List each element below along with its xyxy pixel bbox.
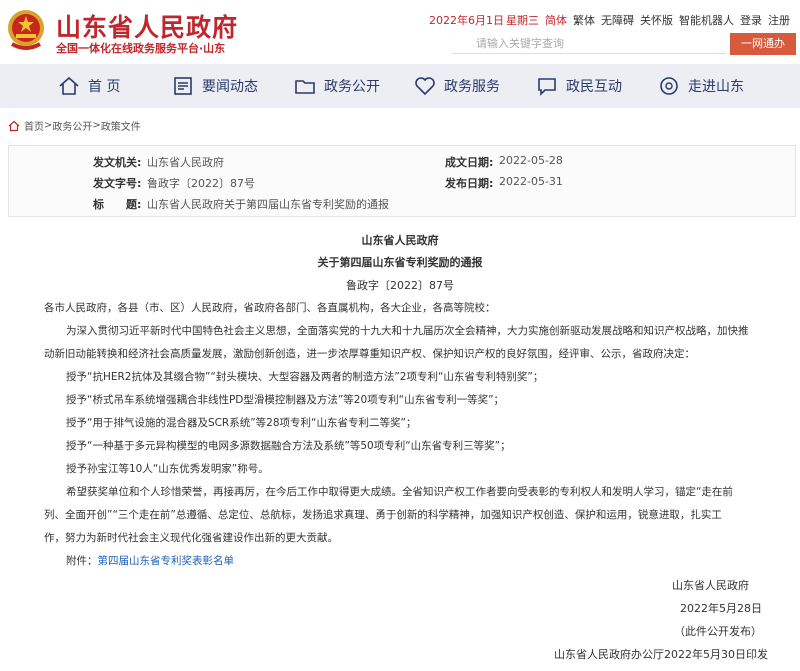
search-button[interactable]: 一网通办 xyxy=(730,33,796,55)
breadcrumb: 首页 > 政务公开 > 政策文件 xyxy=(8,118,141,133)
nav-home[interactable]: 首 页 xyxy=(58,64,120,108)
doc-para2-line2: 列、全面开创”“三个走在前”总遵循、总定位、总航标，发扬追求真理、勇于创新的科学… xyxy=(44,509,722,521)
nav-label: 要闻动态 xyxy=(202,79,258,95)
doc-salutation: 各市人民政府，各县（市、区）人民政府，省政府各部门、各直属机构，各大企业，各高等… xyxy=(44,302,496,314)
doc-para1-line1: 为深入贯彻习近平新时代中国特色社会主义思想，全面落实党的十九大和十九届历次全会精… xyxy=(66,325,749,337)
doc-para2-line1: 希望获奖单位和个人珍惜荣誉，再接再厉，在今后工作中取得更大成绩。全省知识产权工作… xyxy=(66,486,733,498)
nav-label: 政务公开 xyxy=(324,79,380,95)
doc-org: 山东省人民政府 xyxy=(361,234,439,247)
link-care-mode[interactable]: 关怀版 xyxy=(640,12,673,28)
nav-about-shandong[interactable]: 走进山东 xyxy=(658,64,744,108)
link-simplified[interactable]: 简体 xyxy=(545,12,567,28)
top-links: 2022年6月1日 星期三 简体 繁体 无障碍 关怀版 智能机器人 登录 注册 xyxy=(429,12,790,28)
breadcrumb-separator: > xyxy=(92,120,101,131)
meta-issuer: 发文机关: 山东省人民政府 xyxy=(93,156,224,169)
home-icon xyxy=(8,120,20,131)
meta-date: 成文日期: 2022-05-28 xyxy=(445,154,563,169)
folder-icon xyxy=(295,80,315,94)
attachment-label: 附件： xyxy=(66,555,98,567)
doc-award-first: 授予“桥式吊车系统增强耦合非线性PD型滑模控制器及方法”等20项专利“山东省专利… xyxy=(66,394,505,406)
breadcrumb-gov-open[interactable]: 政务公开 xyxy=(52,118,92,133)
current-date: 2022年6月1日 星期三 xyxy=(429,14,539,27)
doc-award-special: 授予“抗HER2抗体及其缀合物”“封头模块、大型容器及两者的制造方法”2项专利“… xyxy=(66,371,544,383)
doc-para1-line2: 动新旧动能转换和经济社会高质量发展，激励创新创造，进一步浓厚尊重知识产权、保护知… xyxy=(44,348,695,360)
doc-number: 鲁政字〔2022〕87号 xyxy=(346,279,454,292)
nav-interaction[interactable]: 政民互动 xyxy=(536,64,622,108)
doc-award-third: 授予“一种基于多元异构模型的电网多源数据融合方法及系统”等50项专利“山东省专利… xyxy=(66,440,511,452)
doc-public-note: （此件公开发布） xyxy=(674,625,762,638)
search-input[interactable] xyxy=(452,34,726,54)
doc-title: 关于第四届山东省专利奖励的通报 xyxy=(317,256,483,269)
link-register[interactable]: 注册 xyxy=(768,12,790,28)
link-robot[interactable]: 智能机器人 xyxy=(679,12,734,28)
nav-gov-open[interactable]: 政务公开 xyxy=(294,64,380,108)
link-login[interactable]: 登录 xyxy=(740,12,762,28)
doc-print-note: 山东省人民政府办公厅2022年5月30日印发 xyxy=(554,648,768,661)
doc-attachment: 附件：第四届山东省专利奖表彰名单 xyxy=(66,553,234,568)
home-icon xyxy=(59,76,79,95)
link-traditional[interactable]: 繁体 xyxy=(573,12,595,28)
doc-award-inventor: 授予孙宝江等10人“山东优秀发明家”称号。 xyxy=(66,463,269,475)
attachment-link[interactable]: 第四届山东省专利奖表彰名单 xyxy=(98,555,235,567)
meta-number: 发文字号: 鲁政字〔2022〕87号 xyxy=(93,177,255,190)
site-header: 山东省人民政府 全国一体化在线政务服务平台·山东 2022年6月1日 星期三 简体… xyxy=(0,0,800,64)
news-icon xyxy=(174,77,192,95)
doc-award-second: 授予“用于排气设施的混合器及SCR系统”等28项专利“山东省专利二等奖”； xyxy=(66,417,417,429)
location-icon xyxy=(660,77,678,95)
meta-title: 标 题: 山东省人民政府关于第四届山东省专利奖励的通报 xyxy=(93,198,389,211)
doc-sign-date: 2022年5月28日 xyxy=(680,602,762,615)
site-subtitle: 全国一体化在线政务服务平台·山东 xyxy=(56,42,226,55)
nav-news[interactable]: 要闻动态 xyxy=(172,64,258,108)
heart-icon xyxy=(415,77,435,96)
breadcrumb-home[interactable]: 首页 xyxy=(24,118,44,133)
main-nav: 首 页 要闻动态 政务公开 政务服务 政民互动 走进山东 xyxy=(0,64,800,108)
nav-label: 政务服务 xyxy=(444,79,500,95)
nav-gov-service[interactable]: 政务服务 xyxy=(414,64,500,108)
document-meta: 发文机关: 山东省人民政府 成文日期: 2022-05-28 发文字号: 鲁政字… xyxy=(8,145,796,217)
nav-label: 政民互动 xyxy=(566,79,622,95)
chat-icon xyxy=(538,78,556,96)
breadcrumb-separator: > xyxy=(44,120,53,131)
link-accessibility[interactable]: 无障碍 xyxy=(601,12,634,28)
doc-para2-line3: 作，努力为新时代社会主义现代化强省建设作出新的更大贡献。 xyxy=(44,532,338,544)
site-title[interactable]: 山东省人民政府 xyxy=(56,8,238,44)
nav-label: 首 页 xyxy=(88,79,121,95)
nav-label: 走进山东 xyxy=(688,79,744,95)
breadcrumb-policy[interactable]: 政策文件 xyxy=(101,118,141,133)
doc-sign-org: 山东省人民政府 xyxy=(672,579,749,592)
meta-publish: 发布日期: 2022-05-31 xyxy=(445,175,563,190)
national-emblem-icon xyxy=(8,10,44,50)
